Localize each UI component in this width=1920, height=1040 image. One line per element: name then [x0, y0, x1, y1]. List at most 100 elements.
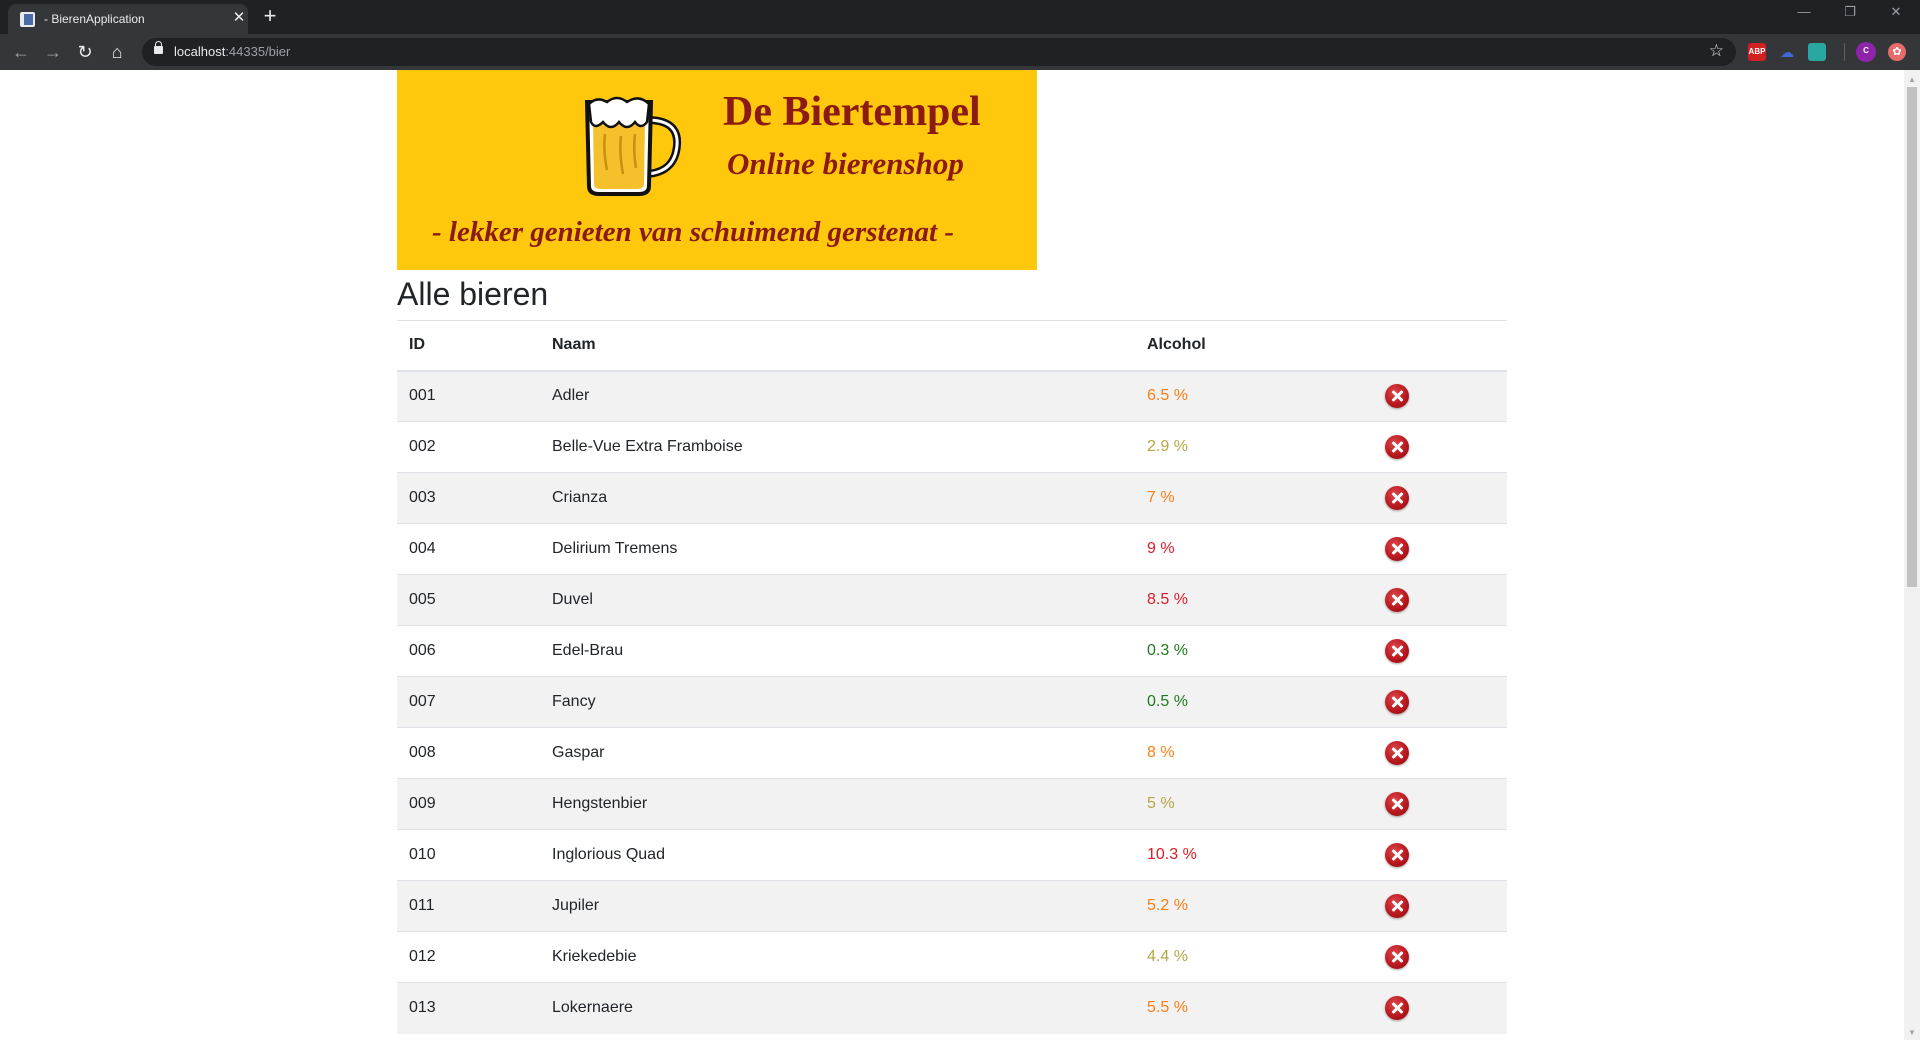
- table-row: 003 Crianza 7 %: [397, 472, 1507, 524]
- delete-icon[interactable]: [1385, 945, 1409, 969]
- beer-id: 013: [397, 982, 540, 1034]
- row-actions: [1369, 982, 1507, 1034]
- table-row: 011 Jupiler 5.2 %: [397, 880, 1507, 932]
- beer-id: 011: [397, 880, 540, 932]
- delete-icon[interactable]: [1385, 996, 1409, 1021]
- header-id: ID: [397, 320, 540, 372]
- extension-icon[interactable]: ☁: [1778, 43, 1796, 61]
- row-actions: [1369, 829, 1507, 881]
- minimize-button[interactable]: —: [1784, 4, 1824, 19]
- row-actions: [1369, 421, 1507, 473]
- table-row: 012 Kriekedebie 4.4 %: [397, 931, 1507, 983]
- browser-toolbar: ← → ↻ ⌂ localhost:44335/bier ☆ ABP ☁ C ✿: [0, 34, 1920, 70]
- row-actions: [1369, 370, 1507, 422]
- toolbar-divider: [1844, 43, 1845, 61]
- table-row: 010 Inglorious Quad 10.3 %: [397, 829, 1507, 881]
- site-subtitle: Online bierenshop: [727, 146, 964, 181]
- beer-name: Lokernaere: [540, 982, 1135, 1034]
- beer-alcohol: 9 %: [1135, 523, 1369, 575]
- beer-name: Crianza: [540, 472, 1135, 524]
- table-row: 008 Gaspar 8 %: [397, 727, 1507, 779]
- restore-button[interactable]: ❐: [1830, 4, 1870, 20]
- delete-icon[interactable]: [1385, 588, 1409, 612]
- address-bar[interactable]: localhost:44335/bier ☆: [142, 38, 1736, 66]
- beer-id: 008: [397, 727, 540, 779]
- vertical-scrollbar[interactable]: ▲ ▼: [1904, 70, 1920, 1040]
- beer-id: 001: [397, 370, 540, 422]
- row-actions: [1369, 625, 1507, 677]
- scroll-down-arrow-icon[interactable]: ▼: [1908, 1028, 1916, 1037]
- window-close-button[interactable]: ✕: [1876, 4, 1916, 20]
- beer-id: 005: [397, 574, 540, 626]
- beer-id: 010: [397, 829, 540, 881]
- beers-table: ID Naam Alcohol 001 Adler 6.5 % 002 Belle-Vu…: [397, 320, 1507, 1034]
- beer-name: Duvel: [540, 574, 1135, 626]
- delete-icon[interactable]: [1385, 639, 1409, 663]
- beer-id: 009: [397, 778, 540, 830]
- tab-close-icon[interactable]: ✕: [230, 9, 248, 27]
- table-header-row: ID Naam Alcohol: [397, 320, 1507, 372]
- delete-icon[interactable]: [1385, 384, 1409, 409]
- row-actions: [1369, 880, 1507, 932]
- beer-alcohol: 0.5 %: [1135, 676, 1369, 728]
- browser-tab[interactable]: - BierenApplication ✕: [8, 4, 248, 34]
- beer-id: 006: [397, 625, 540, 677]
- beer-alcohol: 5.2 %: [1135, 880, 1369, 932]
- back-icon[interactable]: ←: [9, 40, 33, 64]
- beer-name: Hengstenbier: [540, 778, 1135, 830]
- star-icon[interactable]: ☆: [1709, 41, 1724, 61]
- beer-name: Inglorious Quad: [540, 829, 1135, 881]
- row-actions: [1369, 523, 1507, 575]
- lock-icon: [154, 41, 163, 54]
- beer-name: Gaspar: [540, 727, 1135, 779]
- beer-name: Edel-Brau: [540, 625, 1135, 677]
- beer-id: 012: [397, 931, 540, 983]
- beer-alcohol: 5.5 %: [1135, 982, 1369, 1034]
- beer-name: Delirium Tremens: [540, 523, 1135, 575]
- table-row: 013 Lokernaere 5.5 %: [397, 982, 1507, 1034]
- beer-id: 007: [397, 676, 540, 728]
- delete-icon[interactable]: [1385, 435, 1409, 459]
- delete-icon[interactable]: [1385, 792, 1409, 816]
- delete-icon[interactable]: [1385, 486, 1409, 510]
- site-title: De Biertempel: [723, 89, 981, 135]
- beer-id: 002: [397, 421, 540, 473]
- beer-id: 004: [397, 523, 540, 575]
- table-row: 004 Delirium Tremens 9 %: [397, 523, 1507, 575]
- beer-mug-icon: [584, 96, 682, 196]
- new-tab-button[interactable]: +: [258, 5, 282, 27]
- delete-icon[interactable]: [1385, 843, 1409, 867]
- beer-name: Belle-Vue Extra Framboise: [540, 421, 1135, 473]
- beer-name: Fancy: [540, 676, 1135, 728]
- scrollbar-thumb[interactable]: [1907, 87, 1917, 587]
- row-actions: [1369, 931, 1507, 983]
- beer-alcohol: 2.9 %: [1135, 421, 1369, 473]
- row-actions: [1369, 676, 1507, 728]
- site-tagline: - lekker genieten van schuimend gerstena…: [432, 216, 954, 248]
- table-row: 006 Edel-Brau 0.3 %: [397, 625, 1507, 677]
- beer-alcohol: 8 %: [1135, 727, 1369, 779]
- table-row: 002 Belle-Vue Extra Framboise 2.9 %: [397, 421, 1507, 473]
- table-body: 001 Adler 6.5 % 002 Belle-Vue Extra Frambois…: [397, 370, 1507, 1034]
- delete-icon[interactable]: [1385, 690, 1409, 714]
- delete-icon[interactable]: [1385, 894, 1409, 918]
- page-title: Alle bieren: [397, 276, 549, 312]
- delete-icon[interactable]: [1385, 741, 1409, 765]
- beer-alcohol: 10.3 %: [1135, 829, 1369, 881]
- scroll-up-arrow-icon[interactable]: ▲: [1908, 75, 1916, 84]
- url-text: localhost:44335/bier: [174, 44, 291, 59]
- extension-icon[interactable]: ✿: [1888, 43, 1906, 61]
- home-icon[interactable]: ⌂: [105, 40, 129, 64]
- beer-alcohol: 5 %: [1135, 778, 1369, 830]
- extension-icon[interactable]: [1808, 43, 1826, 61]
- adblock-extension-icon[interactable]: ABP: [1748, 43, 1766, 61]
- row-actions: [1369, 472, 1507, 524]
- row-actions: [1369, 727, 1507, 779]
- forward-icon[interactable]: →: [41, 40, 65, 64]
- table-row: 007 Fancy 0.5 %: [397, 676, 1507, 728]
- delete-icon[interactable]: [1385, 537, 1409, 561]
- page-container: De Biertempel Online bierenshop - lekker…: [397, 70, 1507, 1034]
- reload-icon[interactable]: ↻: [73, 40, 97, 64]
- profile-avatar[interactable]: C: [1856, 42, 1876, 62]
- beer-alcohol: 4.4 %: [1135, 931, 1369, 983]
